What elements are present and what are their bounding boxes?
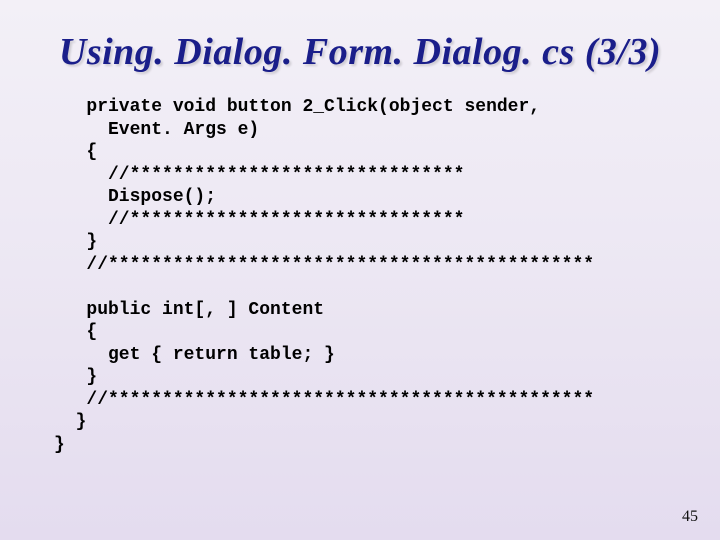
slide-title: Using. Dialog. Form. Dialog. cs (3/3) — [30, 30, 690, 74]
page-number: 45 — [682, 508, 698, 526]
slide: Using. Dialog. Form. Dialog. cs (3/3) pr… — [0, 0, 720, 540]
code-block: private void button 2_Click(object sende… — [54, 96, 690, 456]
